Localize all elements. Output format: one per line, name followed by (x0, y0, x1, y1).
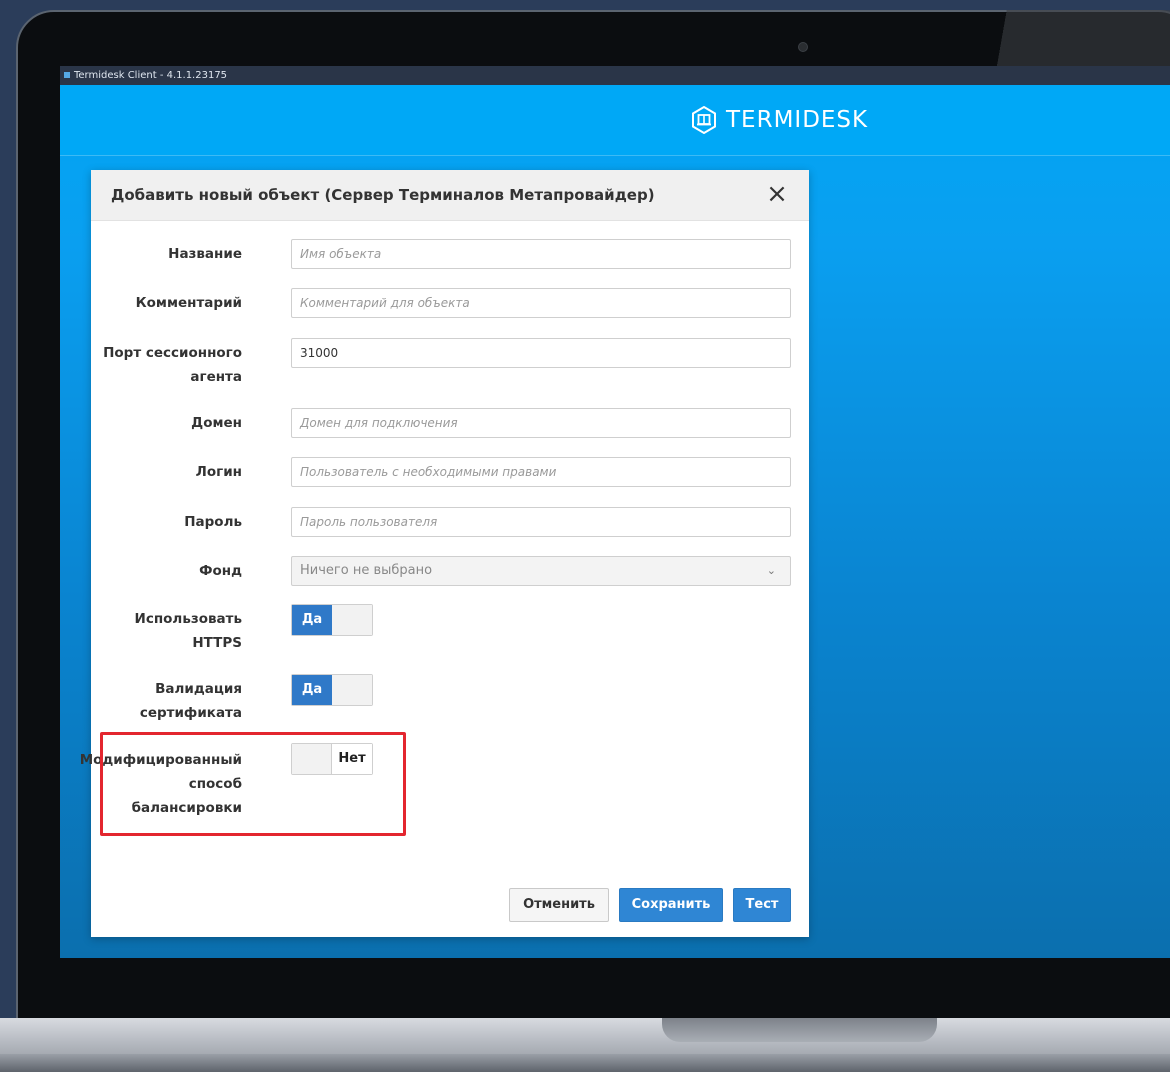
port-label-line2: агента (190, 369, 242, 385)
cert-toggle-on: Да (292, 675, 332, 705)
toggle-knob (332, 605, 372, 635)
add-object-dialog: Добавить новый объект (Сервер Терминалов… (80, 170, 809, 937)
logo-text: TERMIDESK (726, 107, 869, 133)
save-button[interactable]: Сохранить (619, 888, 723, 922)
window-title: Termidesk Client - 4.1.1.23175 (74, 70, 228, 81)
cancel-button[interactable]: Отменить (509, 888, 609, 922)
https-label-line2: HTTPS (192, 635, 242, 651)
toggle-knob (332, 675, 372, 705)
fund-label: Фонд (199, 563, 242, 579)
dialog-header: Добавить новый объект (Сервер Терминалов… (91, 170, 809, 221)
termidesk-logo-icon (692, 106, 716, 134)
test-button[interactable]: Тест (733, 888, 791, 922)
fund-select[interactable]: Ничего не выбрано ⌄ (291, 556, 791, 586)
name-input[interactable]: Имя объекта (291, 239, 791, 269)
cert-toggle[interactable]: Да (291, 674, 373, 706)
dialog-title: Добавить новый объект (Сервер Терминалов… (111, 186, 655, 204)
highlight-frame (100, 732, 406, 836)
login-label: Логин (195, 464, 242, 480)
domain-input[interactable]: Домен для подключения (291, 408, 791, 438)
laptop-base-edge (0, 1054, 1170, 1072)
login-input[interactable]: Пользователь с необходимыми правами (291, 457, 791, 487)
cert-label-line2: сертификата (139, 705, 242, 721)
chevron-down-icon: ⌄ (766, 564, 776, 577)
password-input[interactable]: Пароль пользователя (291, 507, 791, 537)
fund-select-value: Ничего не выбрано (300, 563, 433, 578)
comment-label: Комментарий (135, 295, 242, 311)
laptop-notch (662, 1018, 937, 1042)
camera-icon (798, 42, 808, 52)
close-icon[interactable]: × (765, 181, 789, 207)
termidesk-logo: TERMIDESK (690, 105, 868, 135)
window-titlebar: Termidesk Client - 4.1.1.23175 (60, 66, 1170, 85)
port-input[interactable]: 31000 (291, 338, 791, 368)
cert-label-line1: Валидация (155, 681, 242, 697)
https-label-line1: Использовать (134, 611, 242, 627)
https-toggle-on: Да (292, 605, 332, 635)
name-label: Название (168, 246, 242, 262)
app-header: TERMIDESK (60, 85, 1170, 156)
password-label: Пароль (184, 514, 242, 530)
https-toggle[interactable]: Да (291, 604, 373, 636)
comment-input[interactable]: Комментарий для объекта (291, 288, 791, 318)
domain-label: Домен (191, 415, 242, 431)
app-screen: Termidesk Client - 4.1.1.23175 TERMIDESK… (60, 66, 1170, 958)
app-icon (64, 72, 70, 78)
bezel-reflection (990, 10, 1170, 66)
port-label-line1: Порт сессионного (103, 345, 242, 361)
